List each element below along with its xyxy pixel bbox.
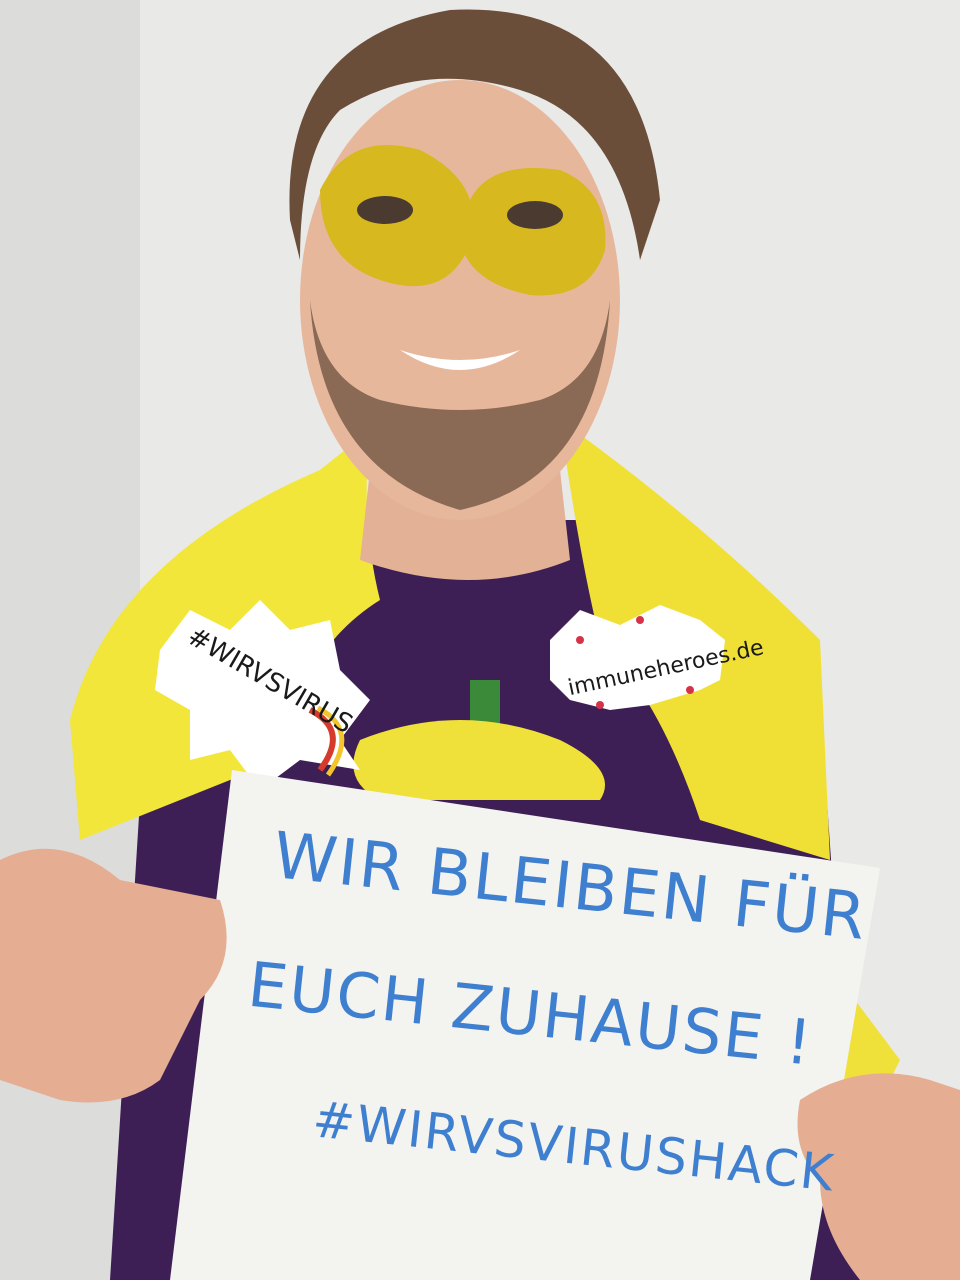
red-star-icon bbox=[636, 616, 644, 624]
photo-scene: #WIRVSVIRUS immuneheroes.de WIR BLEIBEN … bbox=[0, 0, 960, 1280]
left-eye bbox=[357, 196, 413, 224]
red-star-icon bbox=[686, 686, 694, 694]
right-eye bbox=[507, 201, 563, 229]
red-star-icon bbox=[576, 636, 584, 644]
red-star-icon bbox=[596, 701, 604, 709]
